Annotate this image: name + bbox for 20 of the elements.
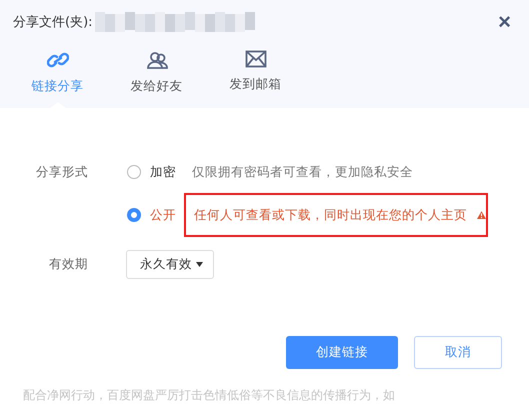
create-link-button[interactable]: 创建链接 xyxy=(286,336,398,369)
option-hint: 仅限拥有密码者可查看，更加隐私安全 xyxy=(192,164,413,180)
caret-icon xyxy=(196,262,203,266)
option-hint: 任何人可查看或下载，同时出现在您的个人主页 xyxy=(194,206,467,224)
radio-button[interactable] xyxy=(127,165,141,179)
mail-icon xyxy=(244,50,266,68)
share-tab[interactable]: 发到邮箱 xyxy=(206,44,305,108)
close-button[interactable]: × xyxy=(498,11,511,33)
field-label: 分享形式 xyxy=(35,164,88,180)
share-tab[interactable]: 发给好友 xyxy=(107,44,206,108)
notice-text: 配合净网行动，百度网盘严厉打击色情低俗等不良信息的传播行为，如 xyxy=(23,387,396,404)
field-label: 有效期 xyxy=(48,256,88,272)
link-icon xyxy=(46,50,68,70)
radio-button[interactable] xyxy=(127,208,141,222)
people-icon xyxy=(146,50,168,70)
radio-label: 加密 xyxy=(150,164,176,180)
cancel-button[interactable]: 取消 xyxy=(414,336,502,369)
dialog-title: 分享文件(夹): xyxy=(13,14,93,31)
radio-label: 公开 xyxy=(150,206,176,224)
validity-dropdown[interactable]: 永久有效 xyxy=(126,250,214,278)
